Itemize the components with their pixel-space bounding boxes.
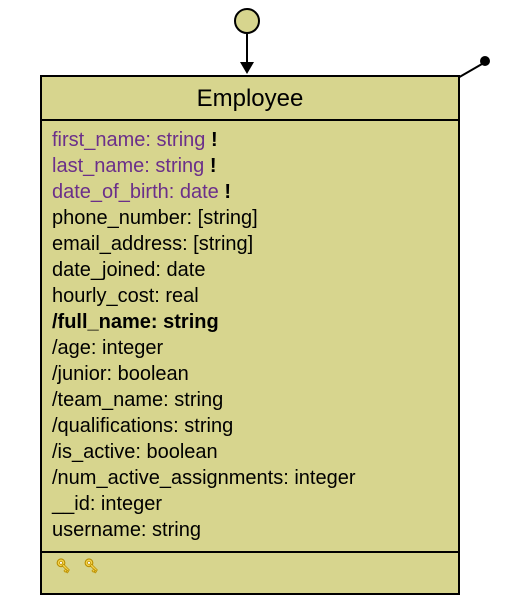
- attr-date-of-birth: date_of_birth: date !: [52, 179, 448, 205]
- attr-last-name: last_name: string !: [52, 153, 448, 179]
- interface-lollipop: [234, 8, 260, 34]
- attr-num-active-assignments: /num_active_assignments: integer: [52, 465, 448, 491]
- class-title: Employee: [42, 77, 458, 121]
- corner-endpoint: [480, 56, 490, 66]
- attr-full-name: /full_name: string: [52, 309, 448, 335]
- operations-compartment: [42, 553, 458, 593]
- realization-arrowhead: [240, 62, 254, 74]
- uml-canvas: Employee first_name: string ! last_name:…: [0, 0, 510, 592]
- attr-phone-number: phone_number: [string]: [52, 205, 448, 231]
- attr-hourly-cost: hourly_cost: real: [52, 283, 448, 309]
- key-icon: [78, 557, 100, 584]
- attr-qualifications: /qualifications: string: [52, 413, 448, 439]
- attr-first-name: first_name: string !: [52, 127, 448, 153]
- attr-junior: /junior: boolean: [52, 361, 448, 387]
- class-box-employee: Employee first_name: string ! last_name:…: [40, 75, 460, 595]
- realization-connector: [246, 34, 248, 64]
- attr-email-address: email_address: [string]: [52, 231, 448, 257]
- attr-username: username: string: [52, 517, 448, 543]
- key-icon: [50, 557, 72, 584]
- attr-id: __id: integer: [52, 491, 448, 517]
- attr-is-active: /is_active: boolean: [52, 439, 448, 465]
- attr-date-joined: date_joined: date: [52, 257, 448, 283]
- attr-team-name: /team_name: string: [52, 387, 448, 413]
- attr-age: /age: integer: [52, 335, 448, 361]
- attribute-compartment: first_name: string ! last_name: string !…: [42, 121, 458, 553]
